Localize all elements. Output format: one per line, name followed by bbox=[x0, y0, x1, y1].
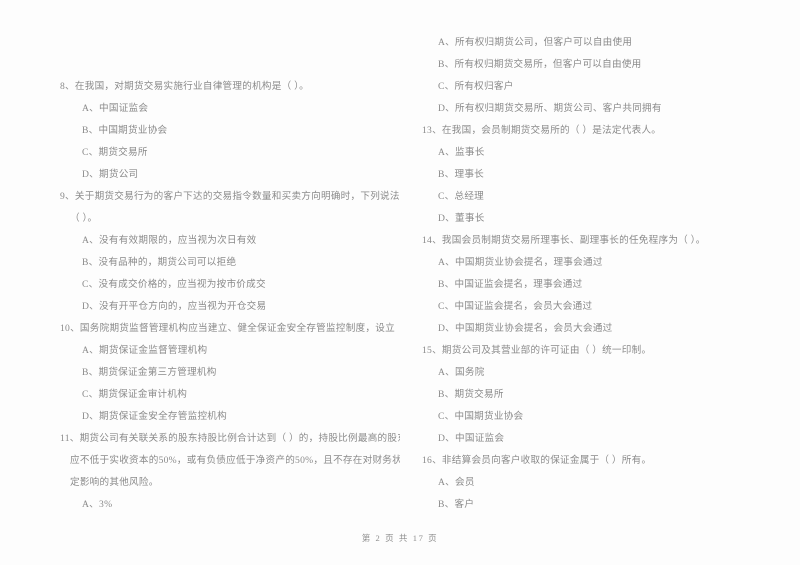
option-item: A、会员 bbox=[438, 477, 475, 488]
option-item: A、国务院 bbox=[438, 367, 485, 378]
question-stem: 16、非结算会员向客户收取的保证金属于（ ）所有。 bbox=[422, 455, 652, 466]
option-item: C、中国证监会提名，会员大会通过 bbox=[438, 301, 593, 312]
option-item: C、总经理 bbox=[438, 191, 485, 202]
question-stem: 11、期货公司有关联关系的股东持股比例合计达到（ ）的，持股比例最高的股东的净资… bbox=[60, 433, 400, 444]
question-block: 13、在我国，会员制期货交易所的（ ）是法定代表人。 A、监事长 B、理事长 C… bbox=[414, 120, 790, 230]
question-stem-cont: 应不低于实收资本的50%，或有负债应低于净资产的50%，且不存在对财务状况产生重… bbox=[70, 455, 400, 466]
option-item: A、3% bbox=[82, 499, 113, 510]
option-item: B、中国证监会提名，理事会通过 bbox=[438, 279, 583, 290]
question-stem: 9、关于期货交易行为的客户下达的交易指令数量和买卖方向明确时，下列说法中不正确的… bbox=[60, 191, 400, 202]
question-block: 14、我国会员制期货交易所理事长、副理事长的任免程序为（ ）。 A、中国期货业协… bbox=[414, 230, 790, 340]
option-item: A、中国期货业协会提名，理事会通过 bbox=[438, 257, 603, 268]
option-item: D、期货公司 bbox=[82, 169, 139, 180]
question-block: 9、关于期货交易行为的客户下达的交易指令数量和买卖方向明确时，下列说法中不正确的… bbox=[60, 186, 400, 318]
option-item: B、期货保证金第三方管理机构 bbox=[82, 367, 217, 378]
option-item: A、所有权归期货公司，但客户可以自由使用 bbox=[438, 37, 633, 48]
option-item: C、期货公司 bbox=[414, 516, 790, 520]
left-column: 8、在我国，对期货交易实施行业自律管理的机构是（ ）。 A、中国证监会 B、中国… bbox=[0, 0, 400, 520]
question-stem: 15、期货公司及其营业部的许可证由（ ）统一印制。 bbox=[422, 345, 652, 356]
question-stem-cont: （ ）。 bbox=[70, 213, 98, 224]
option-item: B、理事长 bbox=[438, 169, 485, 180]
question-stem: 14、我国会员制期货交易所理事长、副理事长的任免程序为（ ）。 bbox=[422, 235, 706, 246]
option-item: D、董事长 bbox=[438, 213, 485, 224]
option-item: B、5% bbox=[60, 516, 392, 520]
option-item: A、期货保证金监督管理机构 bbox=[82, 345, 208, 356]
option-item: B、期货交易所 bbox=[438, 389, 504, 400]
page-footer: 第 2 页 共 17 页 bbox=[361, 533, 439, 543]
option-item: D、中国期货业协会提名，会员大会通过 bbox=[438, 323, 613, 334]
option-item: B、客户 bbox=[438, 499, 475, 510]
question-block: 10、国务院期货监督管理机构应当建立、健全保证金安全存管监控制度，设立（ ）。 … bbox=[60, 318, 400, 428]
option-item: B、中国期货业协会 bbox=[82, 125, 168, 136]
option-item: A、中国证监会 bbox=[82, 103, 149, 114]
question-block: 11、期货公司有关联关系的股东持股比例合计达到（ ）的，持股比例最高的股东的净资… bbox=[60, 428, 400, 520]
question-stem: 13、在我国，会员制期货交易所的（ ）是法定代表人。 bbox=[422, 125, 662, 136]
continued-options-block: A、所有权归期货公司，但客户可以自由使用 B、所有权归期货交易所，但客户可以自由… bbox=[414, 32, 790, 120]
option-item: C、没有成交价格的，应当视为按市价成交 bbox=[82, 279, 266, 290]
option-item: D、中国证监会 bbox=[438, 433, 505, 444]
right-column: A、所有权归期货公司，但客户可以自由使用 B、所有权归期货交易所，但客户可以自由… bbox=[400, 0, 800, 520]
option-item: B、没有品种的，期货公司可以拒绝 bbox=[82, 257, 237, 268]
option-item: C、期货交易所 bbox=[82, 147, 148, 158]
question-stem: 10、国务院期货监督管理机构应当建立、健全保证金安全存管监控制度，设立（ ）。 bbox=[60, 323, 400, 334]
option-item: C、中国期货业协会 bbox=[438, 411, 524, 422]
option-item: D、期货保证金安全存管监控机构 bbox=[82, 411, 227, 422]
two-column-body: 8、在我国，对期货交易实施行业自律管理的机构是（ ）。 A、中国证监会 B、中国… bbox=[0, 0, 800, 520]
question-stem: 8、在我国，对期货交易实施行业自律管理的机构是（ ）。 bbox=[60, 81, 309, 92]
option-item: D、没有开平仓方向的，应当视为开仓交易 bbox=[82, 301, 267, 312]
option-item: A、没有有效期限的，应当视为次日有效 bbox=[82, 235, 257, 246]
option-item: A、监事长 bbox=[438, 147, 485, 158]
question-block: 16、非结算会员向客户收取的保证金属于（ ）所有。 A、会员 B、客户 C、期货… bbox=[414, 450, 790, 520]
question-block: 8、在我国，对期货交易实施行业自律管理的机构是（ ）。 A、中国证监会 B、中国… bbox=[60, 76, 392, 186]
option-item: D、所有权归期货交易所、期货公司、客户共同拥有 bbox=[438, 103, 662, 114]
option-item: C、所有权归客户 bbox=[438, 81, 514, 92]
option-item: C、期货保证金审计机构 bbox=[82, 389, 188, 400]
question-stem-cont: 定影响的其他风险。 bbox=[70, 477, 159, 488]
question-block: 15、期货公司及其营业部的许可证由（ ）统一印制。 A、国务院 B、期货交易所 … bbox=[414, 340, 790, 450]
option-item: B、所有权归期货交易所，但客户可以自由使用 bbox=[438, 59, 642, 70]
